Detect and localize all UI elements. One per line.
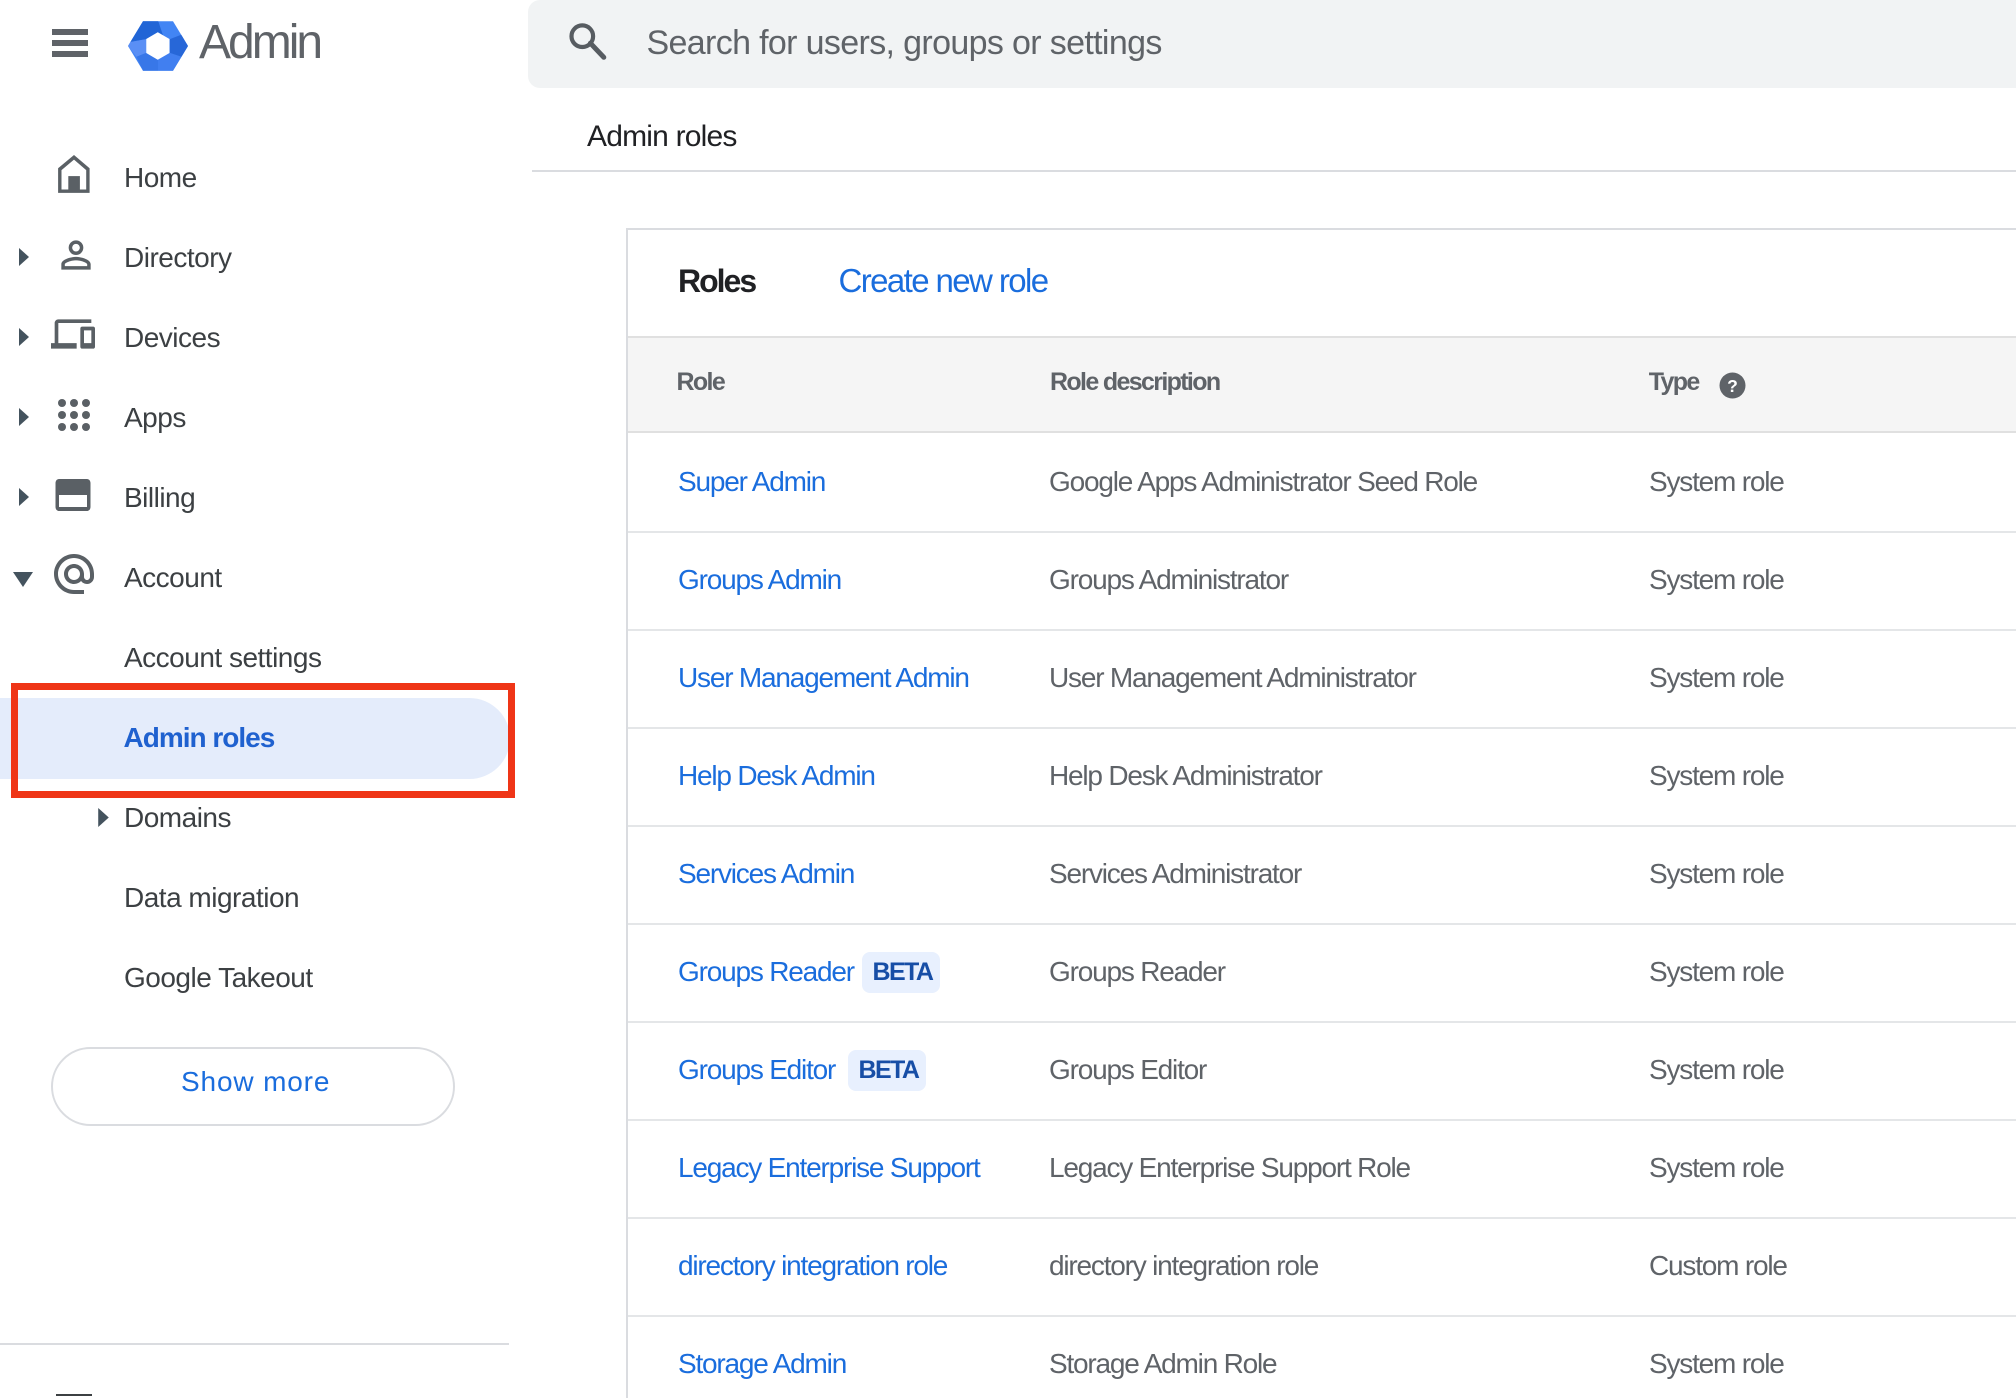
- svg-text:?: ?: [1727, 375, 1738, 395]
